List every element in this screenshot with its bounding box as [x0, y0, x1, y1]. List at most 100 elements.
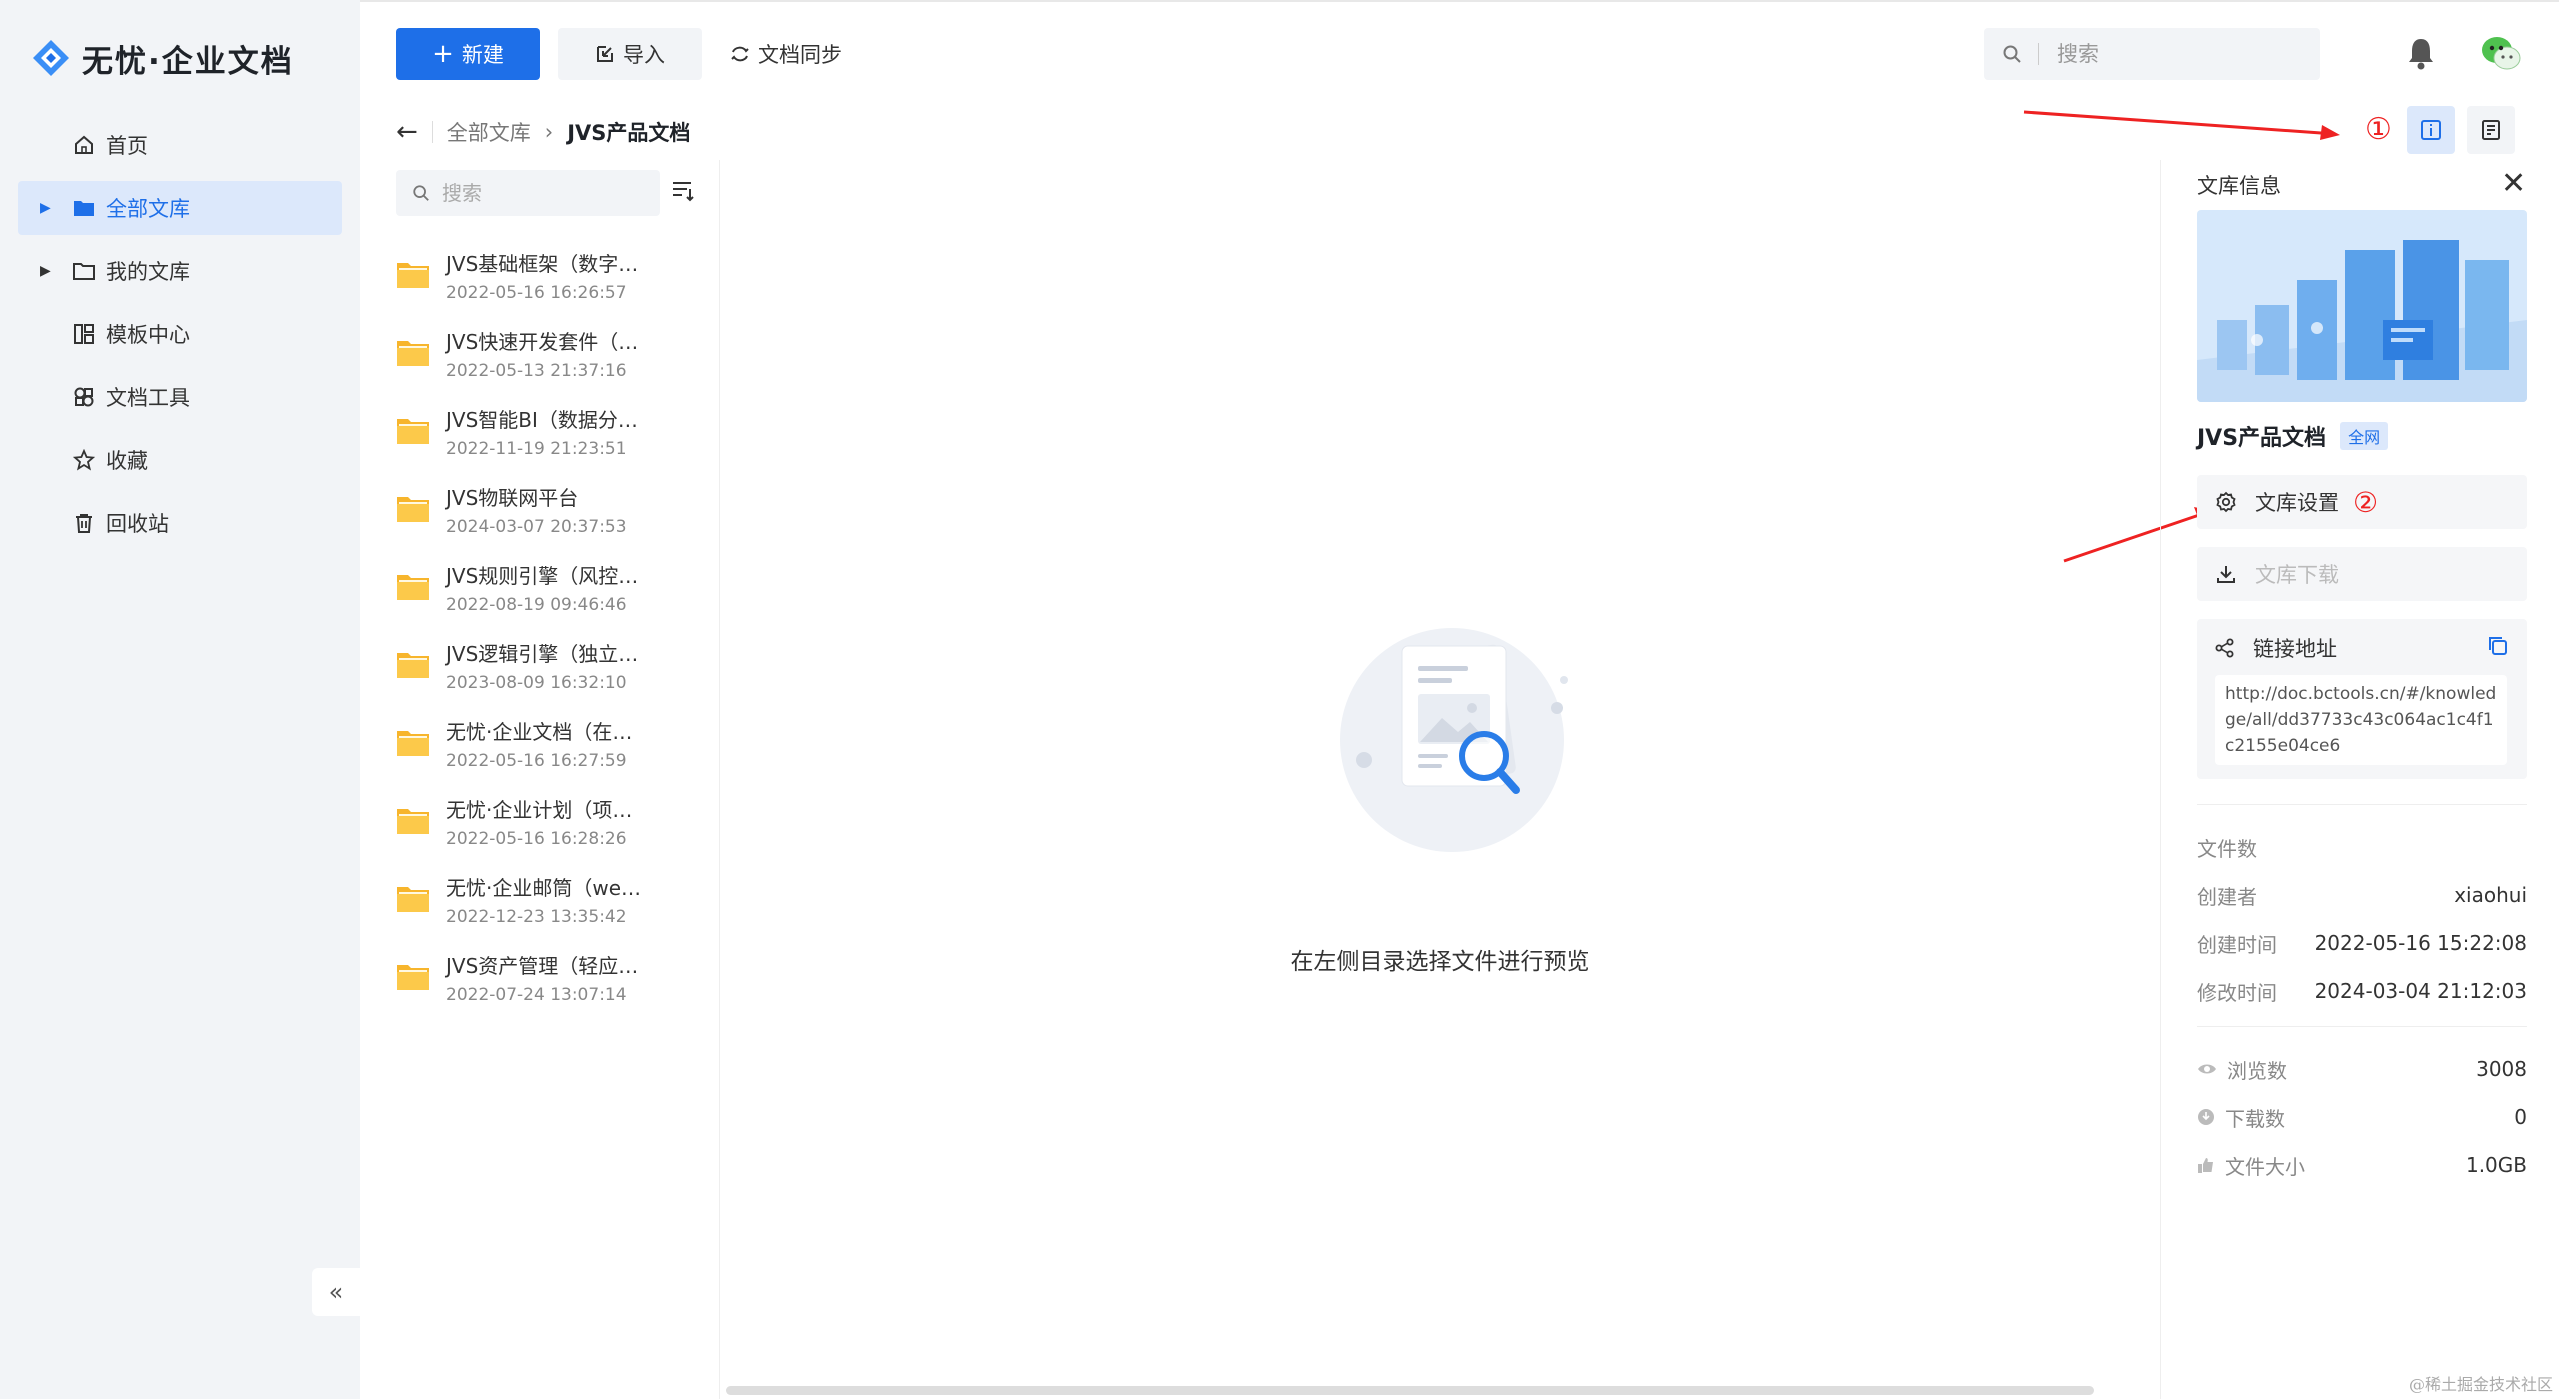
list-item[interactable]: 无忧·企业邮筒（we… 2022-12-23 13:35:42 [396, 860, 716, 938]
sync-icon [731, 46, 749, 62]
file-date: 2022-05-16 16:27:59 [446, 750, 627, 771]
library-name: JVS产品文档 [2197, 426, 2327, 451]
gear-icon [2216, 491, 2236, 513]
file-name: JVS规则引擎（风控… [446, 563, 639, 588]
library-settings-button[interactable]: 文库设置 ② [2197, 475, 2527, 529]
thumb-up-icon [2198, 1158, 2213, 1173]
horizontal-scrollbar[interactable] [726, 1386, 2094, 1395]
created-time-row: 创建时间 2022-05-16 15:22:08 [2197, 928, 2527, 958]
modified-time-label: 修改时间 [2197, 980, 2277, 1005]
list-item[interactable]: JVS物联网平台 2024-03-07 20:37:53 [396, 470, 716, 548]
list-item[interactable]: 无忧·企业文档（在… 2022-05-16 16:27:59 [396, 704, 716, 782]
file-name: 无忧·企业计划（项… [446, 797, 633, 822]
size-value: 1.0GB [2465, 1153, 2527, 1177]
divider [2197, 1026, 2527, 1027]
import-icon [597, 46, 613, 62]
file-name: JVS物联网平台 [446, 485, 579, 510]
import-button[interactable]: 导入 [558, 28, 702, 80]
link-url-text[interactable]: http://doc.bctools.cn/#/knowledge/all/dd… [2215, 675, 2507, 765]
download-icon [2217, 566, 2235, 583]
library-download-button[interactable]: 文库下载 [2197, 547, 2527, 601]
sidebar-item-tools[interactable]: 文档工具 [18, 370, 342, 424]
sort-icon[interactable] [670, 178, 696, 204]
list-item[interactable]: JVS资产管理（轻应… 2022-07-24 13:07:14 [396, 938, 716, 1016]
sidebar-item-all-libraries[interactable]: ▶ 全部文库 [18, 181, 342, 235]
info-panel-title: 文库信息 [2197, 174, 2281, 198]
caret-right-icon[interactable]: ▶ [40, 263, 51, 279]
library-info-panel: 文库信息 ✕ JVS产品文档 全网 文库设置 ② 文库下载 链接地址 http: [2160, 160, 2559, 1399]
downloads-label-wrap: 下载数 [2197, 1103, 2285, 1132]
created-time-value: 2022-05-16 15:22:08 [2314, 931, 2527, 955]
file-name: 无忧·企业文档（在… [446, 719, 633, 744]
doc-count-row: 文件数 [2197, 832, 2527, 862]
info-toggle-button[interactable] [2407, 106, 2455, 154]
top-toolbar: + 新建 导入 文档同步 [360, 0, 2559, 104]
tools-icon [72, 385, 96, 409]
home-icon [72, 133, 96, 157]
library-name-row: JVS产品文档 全网 [2197, 420, 2389, 452]
bell-icon[interactable] [2406, 36, 2436, 70]
document-icon [2482, 120, 2500, 140]
views-label-wrap: 浏览数 [2197, 1055, 2287, 1084]
file-date: 2022-05-16 16:26:57 [446, 282, 627, 303]
logo-icon [33, 40, 69, 76]
list-item[interactable]: JVS快速开发套件（… 2022-05-13 21:37:16 [396, 314, 716, 392]
empty-preview-text: 在左侧目录选择文件进行预览 [1290, 949, 1590, 975]
sidebar-collapse-button[interactable]: « [312, 1268, 360, 1316]
list-item[interactable]: JVS规则引擎（风控… 2022-08-19 09:46:46 [396, 548, 716, 626]
modified-time-value: 2024-03-04 21:12:03 [2314, 979, 2527, 1003]
import-button-label: 导入 [623, 43, 665, 67]
sidebar-item-label: 我的文库 [106, 260, 190, 284]
copy-icon[interactable] [2487, 635, 2509, 657]
file-search-input[interactable] [442, 181, 642, 205]
close-icon[interactable]: ✕ [2501, 166, 2526, 201]
sidebar-item-label: 全部文库 [106, 197, 190, 221]
scope-badge: 全网 [2340, 422, 2389, 450]
sidebar-item-home[interactable]: 首页 [18, 118, 342, 172]
sidebar-item-label: 收藏 [106, 449, 148, 473]
sidebar-item-favorites[interactable]: 收藏 [18, 433, 342, 487]
app-logo[interactable]: 无忧·企业文档 [30, 30, 294, 86]
file-name: JVS智能BI（数据分… [446, 407, 638, 432]
file-search-box[interactable] [396, 170, 660, 216]
top-search-input[interactable] [2057, 42, 2317, 66]
annotation-arrow-1 [2023, 110, 2340, 140]
sidebar-item-label: 首页 [106, 134, 148, 158]
folder-icon [397, 419, 429, 444]
sync-button[interactable]: 文档同步 [730, 28, 842, 80]
trash-icon [72, 511, 96, 535]
library-download-label: 文库下载 [2255, 563, 2339, 587]
link-address-box: 链接地址 http://doc.bctools.cn/#/knowledge/a… [2197, 619, 2527, 779]
link-header: 链接地址 [2215, 633, 2337, 663]
sidebar-item-my-libraries[interactable]: ▶ 我的文库 [18, 244, 342, 298]
file-name: 无忧·企业邮筒（we… [446, 875, 642, 900]
new-button[interactable]: + 新建 [396, 28, 540, 80]
top-search-box[interactable] [1984, 28, 2320, 80]
caret-right-icon[interactable]: ▶ [40, 200, 51, 216]
file-date: 2023-08-09 16:32:10 [446, 672, 627, 693]
folder-icon [397, 575, 429, 600]
file-name: JVS逻辑引擎（独立… [446, 641, 639, 666]
list-item[interactable]: 无忧·企业计划（项… 2022-05-16 16:28:26 [396, 782, 716, 860]
list-item[interactable]: JVS基础框架（数字… 2022-05-16 16:26:57 [396, 236, 716, 314]
file-date: 2022-05-16 16:28:26 [446, 828, 627, 849]
list-item[interactable]: JVS逻辑引擎（独立… 2023-08-09 16:32:10 [396, 626, 716, 704]
folder-icon [397, 731, 429, 756]
breadcrumb-root[interactable]: 全部文库 [447, 117, 531, 147]
sidebar-item-templates[interactable]: 模板中心 [18, 307, 342, 361]
file-list-panel: JVS基础框架（数字… 2022-05-16 16:26:57 JVS快速开发套件… [360, 160, 720, 1399]
sync-button-label: 文档同步 [758, 43, 842, 67]
avatar[interactable] [2476, 28, 2526, 78]
logo-text: 无忧·企业文档 [82, 43, 294, 80]
empty-preview-illustration [1340, 628, 1568, 852]
document-view-button[interactable] [2467, 106, 2515, 154]
file-name: JVS资产管理（轻应… [446, 953, 639, 978]
search-divider [2038, 43, 2039, 65]
folder-icon [72, 259, 96, 283]
sidebar-item-label: 回收站 [106, 512, 169, 536]
annotation-number-2: ② [2353, 485, 2379, 519]
back-arrow-icon[interactable]: ← [396, 117, 418, 147]
file-list: JVS基础框架（数字… 2022-05-16 16:26:57 JVS快速开发套件… [396, 236, 716, 1016]
sidebar-item-trash[interactable]: 回收站 [18, 496, 342, 550]
list-item[interactable]: JVS智能BI（数据分… 2022-11-19 21:23:51 [396, 392, 716, 470]
